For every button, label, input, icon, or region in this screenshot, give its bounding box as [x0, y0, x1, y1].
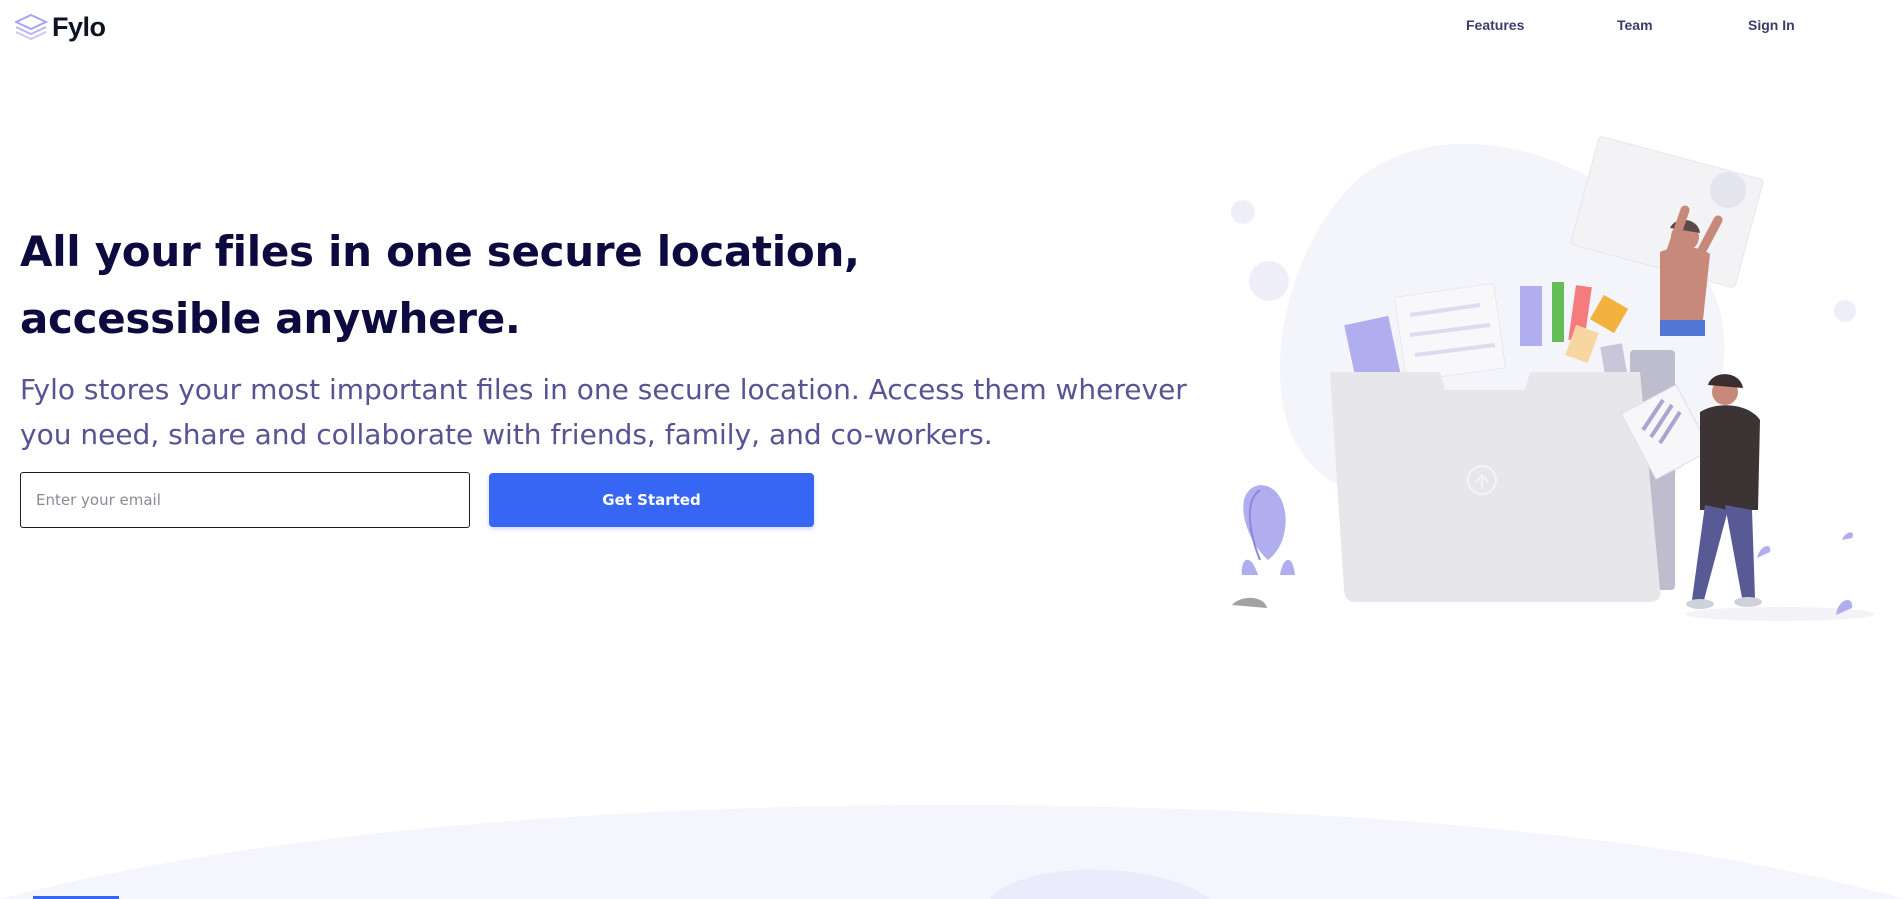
bottom-wave-decoration	[0, 805, 1903, 899]
hero-subtitle: Fylo stores your most important files in…	[20, 373, 1187, 451]
brand-name: Fylo	[52, 12, 106, 42]
nav-features-link[interactable]: Features	[1466, 17, 1524, 33]
logo[interactable]: Fylo	[15, 12, 106, 42]
site-header: Fylo Features Team Sign In	[0, 0, 1903, 52]
hero-illustration	[1231, 136, 1875, 621]
stacked-layers-icon	[15, 13, 48, 41]
email-input[interactable]	[20, 472, 470, 528]
nav-signin-link[interactable]: Sign In	[1748, 17, 1795, 33]
nav-team-link[interactable]: Team	[1617, 17, 1653, 33]
hero-title: All your files in one secure location, a…	[20, 227, 860, 343]
get-started-button[interactable]: Get Started	[489, 473, 814, 527]
